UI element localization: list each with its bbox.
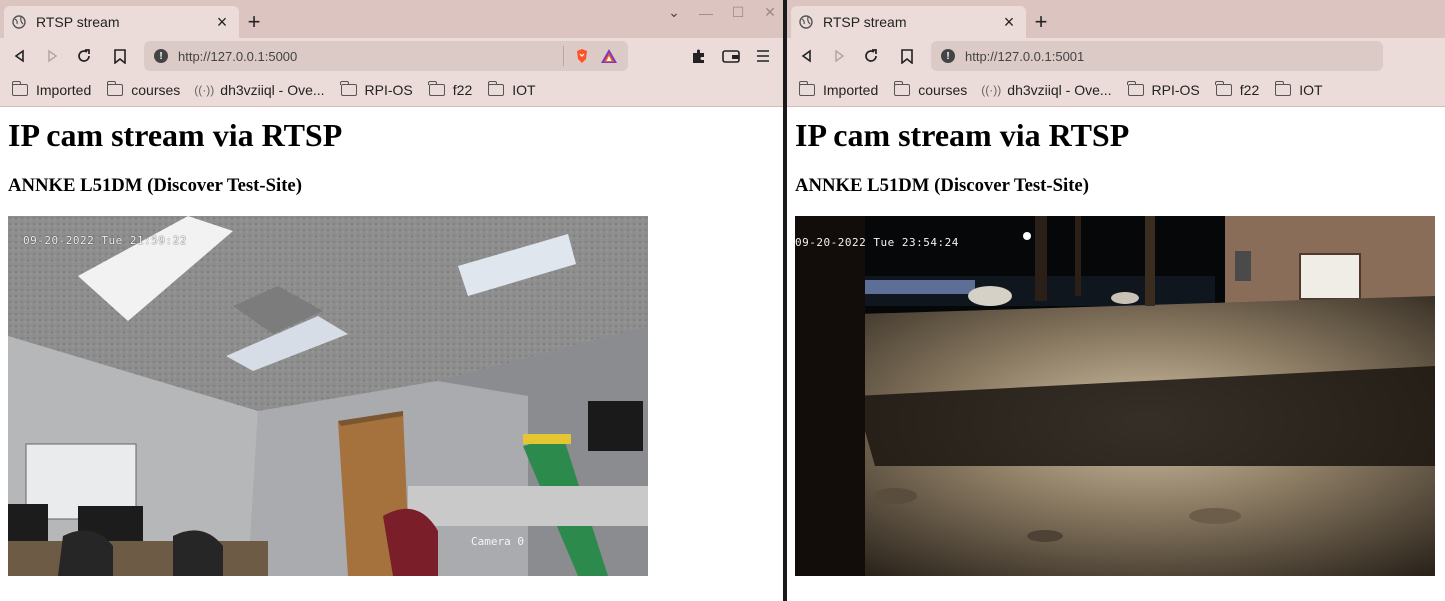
- new-tab-button[interactable]: +: [239, 6, 269, 38]
- tab-strip: RTSP stream × + ⌄ — ☐ ✕: [0, 0, 783, 38]
- page-title: IP cam stream via RTSP: [8, 117, 343, 153]
- folder-icon: [11, 81, 28, 96]
- page-subtitle: ANNKE L51DM (Discover Test-Site): [8, 175, 302, 196]
- tab-title: RTSP stream: [36, 14, 120, 30]
- bookmark-label: dh3vziiql - Ove...: [1007, 82, 1112, 98]
- bookmark-label: courses: [918, 82, 968, 98]
- brave-shields-icon[interactable]: [574, 48, 590, 64]
- bookmark-label: dh3vziiql - Ove...: [220, 82, 325, 98]
- bookmark-folder-courses[interactable]: courses: [893, 81, 968, 98]
- page-title: IP cam stream via RTSP: [795, 117, 1130, 153]
- new-tab-button[interactable]: +: [1026, 6, 1056, 38]
- bookmark-label: RPI-OS: [1151, 82, 1200, 98]
- camera-stream-office: 09-20-2022 Tue 21:59:22 Camera 0: [8, 216, 648, 576]
- browser-window-left: RTSP stream × + ⌄ — ☐ ✕ ! http://127.0.0…: [0, 0, 783, 601]
- tab-rtsp-stream[interactable]: RTSP stream ×: [791, 6, 1026, 38]
- close-tab-icon[interactable]: ×: [213, 12, 231, 33]
- address-bar[interactable]: ! http://127.0.0.1:5001: [931, 41, 1383, 71]
- office-camera-image: [8, 216, 648, 576]
- camera-label: Camera 0: [471, 535, 524, 548]
- page-content: IP cam stream via RTSP ANNKE L51DM (Disc…: [787, 107, 1445, 576]
- close-window-icon[interactable]: ✕: [761, 4, 779, 21]
- bookmark-label: f22: [1239, 82, 1260, 98]
- wallet-icon[interactable]: [717, 42, 745, 70]
- window-controls: ⌄ — ☐ ✕: [665, 4, 779, 21]
- url-text: http://127.0.0.1:5001: [965, 48, 1085, 64]
- globe-icon: [799, 15, 813, 29]
- page-subtitle: ANNKE L51DM (Discover Test-Site): [795, 175, 1089, 196]
- outdoor-camera-image: [795, 216, 1435, 576]
- tab-title: RTSP stream: [823, 14, 907, 30]
- puzzle-icon[interactable]: [685, 42, 713, 70]
- bookmark-folder-imported[interactable]: Imported: [11, 81, 92, 98]
- nav-toolbar: ! http://127.0.0.1:5000: [0, 38, 783, 74]
- folder-icon: [106, 81, 124, 96]
- camera-stream-outdoor: 09-20-2022 Tue 23:54:24: [795, 216, 1435, 576]
- bookmark-label: Imported: [823, 82, 879, 98]
- bookmark-folder-imported[interactable]: Imported: [798, 81, 879, 98]
- hamburger-menu-icon[interactable]: [749, 42, 777, 70]
- bookmark-label: Imported: [36, 82, 92, 98]
- back-arrow-icon[interactable]: [793, 42, 821, 70]
- address-bar[interactable]: ! http://127.0.0.1:5000: [144, 41, 628, 71]
- browser-window-right: RTSP stream × + ! http://127.0.0.1:5001 …: [787, 0, 1445, 601]
- minimize-icon[interactable]: —: [697, 5, 715, 21]
- folder-icon: [428, 81, 445, 96]
- camera-timestamp: 09-20-2022 Tue 21:59:22: [23, 234, 187, 247]
- bookmark-icon[interactable]: [893, 42, 921, 70]
- globe-icon: [12, 15, 26, 29]
- bookmark-folder-iot[interactable]: IOT: [487, 81, 536, 98]
- bookmark-folder-iot[interactable]: IOT: [1274, 81, 1323, 98]
- bookmark-folder-f22[interactable]: f22: [1215, 81, 1260, 98]
- bookmark-label: IOT: [512, 82, 536, 98]
- tab-strip: RTSP stream × +: [787, 0, 1445, 38]
- bookmark-folder-rpi-os[interactable]: RPI-OS: [1127, 81, 1200, 98]
- maximize-icon[interactable]: ☐: [729, 4, 747, 21]
- folder-icon: [1215, 81, 1232, 96]
- brave-rewards-icon[interactable]: [600, 48, 618, 64]
- site-info-icon[interactable]: !: [154, 49, 168, 63]
- folder-icon: [340, 81, 357, 96]
- bookmark-icon[interactable]: [106, 42, 134, 70]
- bookmark-label: RPI-OS: [364, 82, 413, 98]
- forward-arrow-icon[interactable]: [38, 42, 66, 70]
- radio-waves-icon: ((·)): [194, 83, 215, 97]
- folder-icon: [893, 81, 911, 96]
- urlbar-separator: [563, 46, 564, 66]
- bookmark-folder-courses[interactable]: courses: [106, 81, 181, 98]
- reload-icon[interactable]: [857, 42, 885, 70]
- nav-toolbar: ! http://127.0.0.1:5001: [787, 38, 1445, 74]
- page-content: IP cam stream via RTSP ANNKE L51DM (Disc…: [0, 107, 783, 576]
- bookmark-label: f22: [452, 82, 473, 98]
- folder-icon: [487, 81, 505, 96]
- camera-timestamp: 09-20-2022 Tue 23:54:24: [795, 236, 959, 249]
- url-text: http://127.0.0.1:5000: [178, 48, 298, 64]
- bookmark-folder-rpi-os[interactable]: RPI-OS: [340, 81, 413, 98]
- reload-icon[interactable]: [70, 42, 98, 70]
- forward-arrow-icon[interactable]: [825, 42, 853, 70]
- radio-waves-icon: ((·)): [981, 83, 1002, 97]
- site-info-icon[interactable]: !: [941, 49, 955, 63]
- browser-chrome: RTSP stream × + ! http://127.0.0.1:5001 …: [787, 0, 1445, 107]
- bookmark-dh3vziiql[interactable]: ((·)) dh3vziiql - Ove...: [194, 82, 325, 98]
- tab-list-chevron-icon[interactable]: ⌄: [665, 4, 683, 21]
- folder-icon: [1127, 81, 1144, 96]
- bookmarks-bar: Imported courses ((·)) dh3vziiql - Ove...…: [787, 74, 1445, 106]
- back-arrow-icon[interactable]: [6, 42, 34, 70]
- bookmark-folder-f22[interactable]: f22: [428, 81, 473, 98]
- tab-rtsp-stream[interactable]: RTSP stream ×: [4, 6, 239, 38]
- bookmarks-bar: Imported courses ((·)) dh3vziiql - Ove...…: [0, 74, 783, 106]
- close-tab-icon[interactable]: ×: [1000, 12, 1018, 33]
- browser-chrome: RTSP stream × + ⌄ — ☐ ✕ ! http://127.0.0…: [0, 0, 783, 107]
- bookmark-label: IOT: [1299, 82, 1323, 98]
- bookmark-label: courses: [131, 82, 181, 98]
- bookmark-dh3vziiql[interactable]: ((·)) dh3vziiql - Ove...: [981, 82, 1112, 98]
- folder-icon: [798, 81, 815, 96]
- folder-icon: [1274, 81, 1292, 96]
